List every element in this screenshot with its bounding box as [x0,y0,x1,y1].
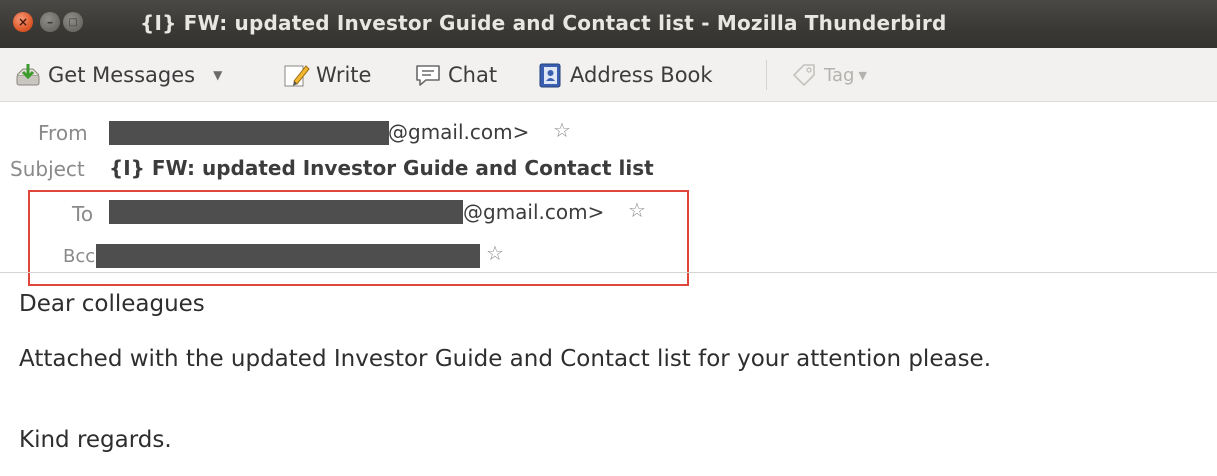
body-line-1: Attached with the updated Investor Guide… [19,346,992,372]
get-messages-icon [14,61,42,89]
subject-value: {I} FW: updated Investor Guide and Conta… [109,156,654,180]
tag-label: Tag [824,64,855,86]
to-star-icon[interactable]: ☆ [628,198,646,222]
body-closing: Kind regards. [19,427,172,453]
close-window-button[interactable]: × [13,12,33,32]
from-star-icon[interactable]: ☆ [553,118,571,142]
address-book-label: Address Book [570,63,713,87]
write-button[interactable]: Write [282,58,371,92]
subject-label: Subject [10,157,85,181]
to-value[interactable]: @gmail.com> [463,200,604,224]
minimize-icon: – [47,15,53,29]
chat-label: Chat [448,63,498,87]
toolbar-separator [766,60,767,90]
get-messages-dropdown-icon[interactable]: ▼ [213,68,222,82]
from-redacted-address [109,121,389,145]
from-value[interactable]: @gmail.com> [388,120,529,144]
get-messages-label: Get Messages [48,63,196,87]
tag-icon [790,61,818,89]
chat-button[interactable]: Chat [414,58,497,92]
tag-dropdown-icon: ▼ [858,68,867,82]
maximize-window-button[interactable]: □ [63,12,83,32]
body-greeting: Dear colleagues [19,291,205,317]
to-label: To [72,202,94,226]
from-label: From [38,121,88,145]
window-title: {I} FW: updated Investor Guide and Conta… [140,11,947,35]
minimize-window-button[interactable]: – [40,12,60,32]
bcc-label: Bcc [63,246,96,267]
address-book-icon [536,61,564,89]
write-label: Write [316,63,372,87]
get-messages-button[interactable]: Get Messages ▼ [14,58,222,92]
maximize-icon: □ [68,16,78,28]
write-icon [282,61,310,89]
tag-button[interactable]: Tag ▼ [790,58,867,92]
main-toolbar: Get Messages ▼ Write Chat Address Book T… [0,48,1217,102]
header-divider [0,272,1217,273]
bcc-star-icon[interactable]: ☆ [486,241,504,265]
address-book-button[interactable]: Address Book [536,58,713,92]
close-icon: × [17,15,29,29]
title-bar: × – □ {I} FW: updated Investor Guide and… [0,0,1217,48]
to-redacted-address [109,200,463,224]
bcc-redacted-address [96,244,480,268]
chat-icon [414,61,442,89]
